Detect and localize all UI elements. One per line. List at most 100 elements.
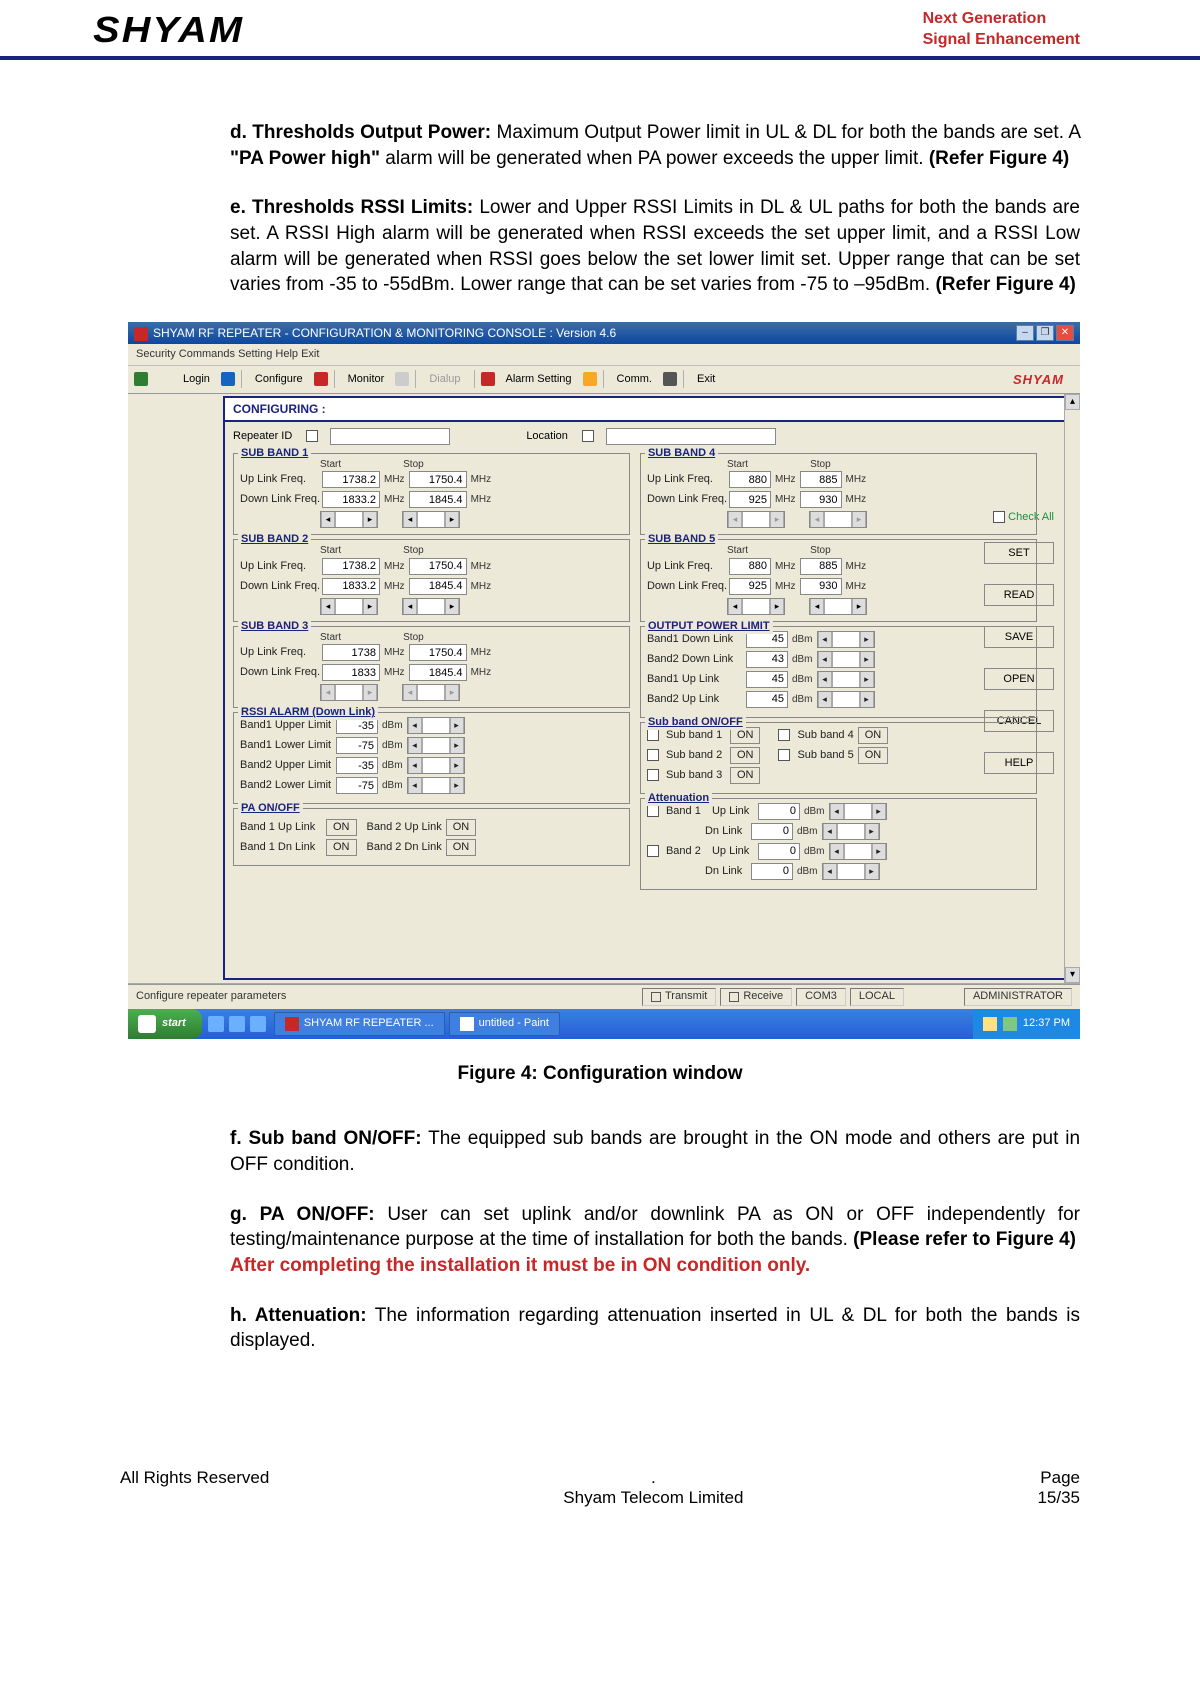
sb2-dl-start[interactable] (322, 578, 380, 595)
opl-b2ul[interactable] (746, 691, 788, 708)
sb2-on-btn[interactable]: ON (730, 747, 761, 764)
tagline: Next Generation Signal Enhancement (923, 9, 1080, 51)
sub-band-1: SUB BAND 1 StartStop Up Link Freq.MHzMHz… (233, 453, 630, 536)
atten-title: Attenuation (645, 791, 712, 806)
sb2-dl-stop[interactable] (409, 578, 467, 595)
sb1-dl-start[interactable] (322, 491, 380, 508)
alarm-icon[interactable] (481, 372, 495, 386)
sb4-dl-stop[interactable] (800, 491, 842, 508)
app-titlebar[interactable]: SHYAM RF REPEATER - CONFIGURATION & MONI… (128, 322, 1080, 344)
subband-onoff: Sub band ON/OFF Sub band 1ONSub band 4ON… (640, 722, 1037, 794)
monitor-button[interactable]: Monitor (341, 370, 392, 389)
close-icon[interactable]: ✕ (1056, 325, 1074, 341)
tagline-line1: Next Generation (923, 9, 1080, 30)
sb1-ul-stop[interactable] (409, 471, 467, 488)
configure-button[interactable]: Configure (248, 370, 310, 389)
comm-button[interactable]: Comm. (610, 370, 659, 389)
rssi-b2u[interactable] (336, 757, 378, 774)
configure-icon[interactable] (314, 372, 328, 386)
stop-label: Stop (403, 458, 424, 472)
sb5-dl-start[interactable] (729, 578, 771, 595)
start-label: Start (320, 458, 341, 472)
start-button[interactable]: start (128, 1009, 202, 1039)
para-d-lead: d. Thresholds Output Power: (230, 122, 491, 143)
quicklaunch-icon[interactable] (229, 1016, 245, 1032)
sb5-dl-stop[interactable] (800, 578, 842, 595)
sb3-dl-start[interactable] (322, 664, 380, 681)
exit-button[interactable]: Exit (690, 370, 722, 389)
sb1-ul-start[interactable] (322, 471, 380, 488)
login-button[interactable]: Login (176, 370, 217, 389)
opl-b2dl[interactable] (746, 651, 788, 668)
sub-band-4: SUB BAND 4 StartStop Up Link Freq.MHzMHz… (640, 453, 1037, 536)
sb4-ul-start[interactable] (729, 471, 771, 488)
sb4-title: SUB BAND 4 (645, 446, 718, 461)
sb1-dl-stop[interactable] (409, 491, 467, 508)
att-b2-ul[interactable] (758, 843, 800, 860)
sb4-ul-stop[interactable] (800, 471, 842, 488)
para-d: d. Thresholds Output Power: Maximum Outp… (120, 120, 1080, 171)
tray-icon[interactable] (983, 1017, 997, 1031)
pa-b1u-btn[interactable]: ON (326, 819, 357, 836)
sb4-dl-start[interactable] (729, 491, 771, 508)
scroll[interactable]: ◂▸ (402, 511, 460, 528)
taskbar-task-paint[interactable]: untitled - Paint (449, 1012, 560, 1036)
att-b1-ul[interactable] (758, 803, 800, 820)
status-user: ADMINISTRATOR (964, 988, 1072, 1006)
menubar[interactable]: Security Commands Setting Help Exit (128, 344, 1080, 366)
pa-b1d-btn[interactable]: ON (326, 839, 357, 856)
sb5-on-btn[interactable]: ON (858, 747, 889, 764)
ulf-label: Up Link Freq. (240, 472, 318, 487)
sb2-ul-stop[interactable] (409, 558, 467, 575)
monitor-icon[interactable] (395, 372, 409, 386)
alarm-icon2[interactable] (583, 372, 597, 386)
vertical-scrollbar[interactable]: ▴▾ (1064, 394, 1080, 983)
login-icon[interactable] (221, 372, 235, 386)
sb2-ul-start[interactable] (322, 558, 380, 575)
sb3-dl-stop[interactable] (409, 664, 467, 681)
sb5-title: SUB BAND 5 (645, 532, 718, 547)
para-g: g. PA ON/OFF: User can set uplink and/or… (120, 1202, 1080, 1279)
dialup-button[interactable]: Dialup (422, 370, 467, 389)
document-content: d. Thresholds Output Power: Maximum Outp… (0, 60, 1200, 1398)
sb3-ul-stop[interactable] (409, 644, 467, 661)
page-footer: All Rights Reserved .Shyam Telecom Limit… (0, 1398, 1200, 1538)
sb3-on-btn[interactable]: ON (730, 767, 761, 784)
pa-b2u-btn[interactable]: ON (446, 819, 477, 836)
maximize-icon[interactable]: ❐ (1036, 325, 1054, 341)
repeater-id-input[interactable] (330, 428, 450, 445)
scroll[interactable]: ◂▸ (320, 511, 378, 528)
rssi-b1l[interactable] (336, 737, 378, 754)
shyam-logo: SHYAM (93, 9, 244, 51)
minimize-icon[interactable]: – (1016, 325, 1034, 341)
sb5-ul-stop[interactable] (800, 558, 842, 575)
taskbar-task-repeater[interactable]: SHYAM RF REPEATER ... (274, 1012, 445, 1036)
att-b1-dl[interactable] (751, 823, 793, 840)
att-b2-dl[interactable] (751, 863, 793, 880)
rssi-b2l[interactable] (336, 777, 378, 794)
para-g-red: After completing the installation it mus… (230, 1253, 1080, 1279)
para-f: f. Sub band ON/OFF: The equipped sub ban… (120, 1126, 1080, 1177)
location-check[interactable] (582, 430, 594, 442)
sb3-ul-start[interactable] (322, 644, 380, 661)
tray-icon[interactable] (1003, 1017, 1017, 1031)
comm-icon[interactable] (663, 372, 677, 386)
location-input[interactable] (606, 428, 776, 445)
sb4-on-btn[interactable]: ON (858, 727, 889, 744)
status-receive: Receive (720, 988, 792, 1006)
repeater-id-check[interactable] (306, 430, 318, 442)
footer-center: .Shyam Telecom Limited (563, 1468, 743, 1508)
tray-time: 12:37 PM (1023, 1016, 1070, 1031)
quicklaunch-icon[interactable] (208, 1016, 224, 1032)
scroll-down-icon[interactable]: ▾ (1065, 967, 1080, 983)
scroll-up-icon[interactable]: ▴ (1065, 394, 1080, 410)
pa-b2d-btn[interactable]: ON (446, 839, 477, 856)
system-tray[interactable]: 12:37 PM (973, 1009, 1080, 1039)
alarm-button[interactable]: Alarm Setting (499, 370, 579, 389)
opl-b1ul[interactable] (746, 671, 788, 688)
sb5-ul-start[interactable] (729, 558, 771, 575)
toolbar-icon[interactable] (134, 372, 148, 386)
quicklaunch-icon[interactable] (250, 1016, 266, 1032)
sbonoff-title: Sub band ON/OFF (645, 715, 746, 730)
para-e-lead: e. Thresholds RSSI Limits: (230, 197, 473, 218)
